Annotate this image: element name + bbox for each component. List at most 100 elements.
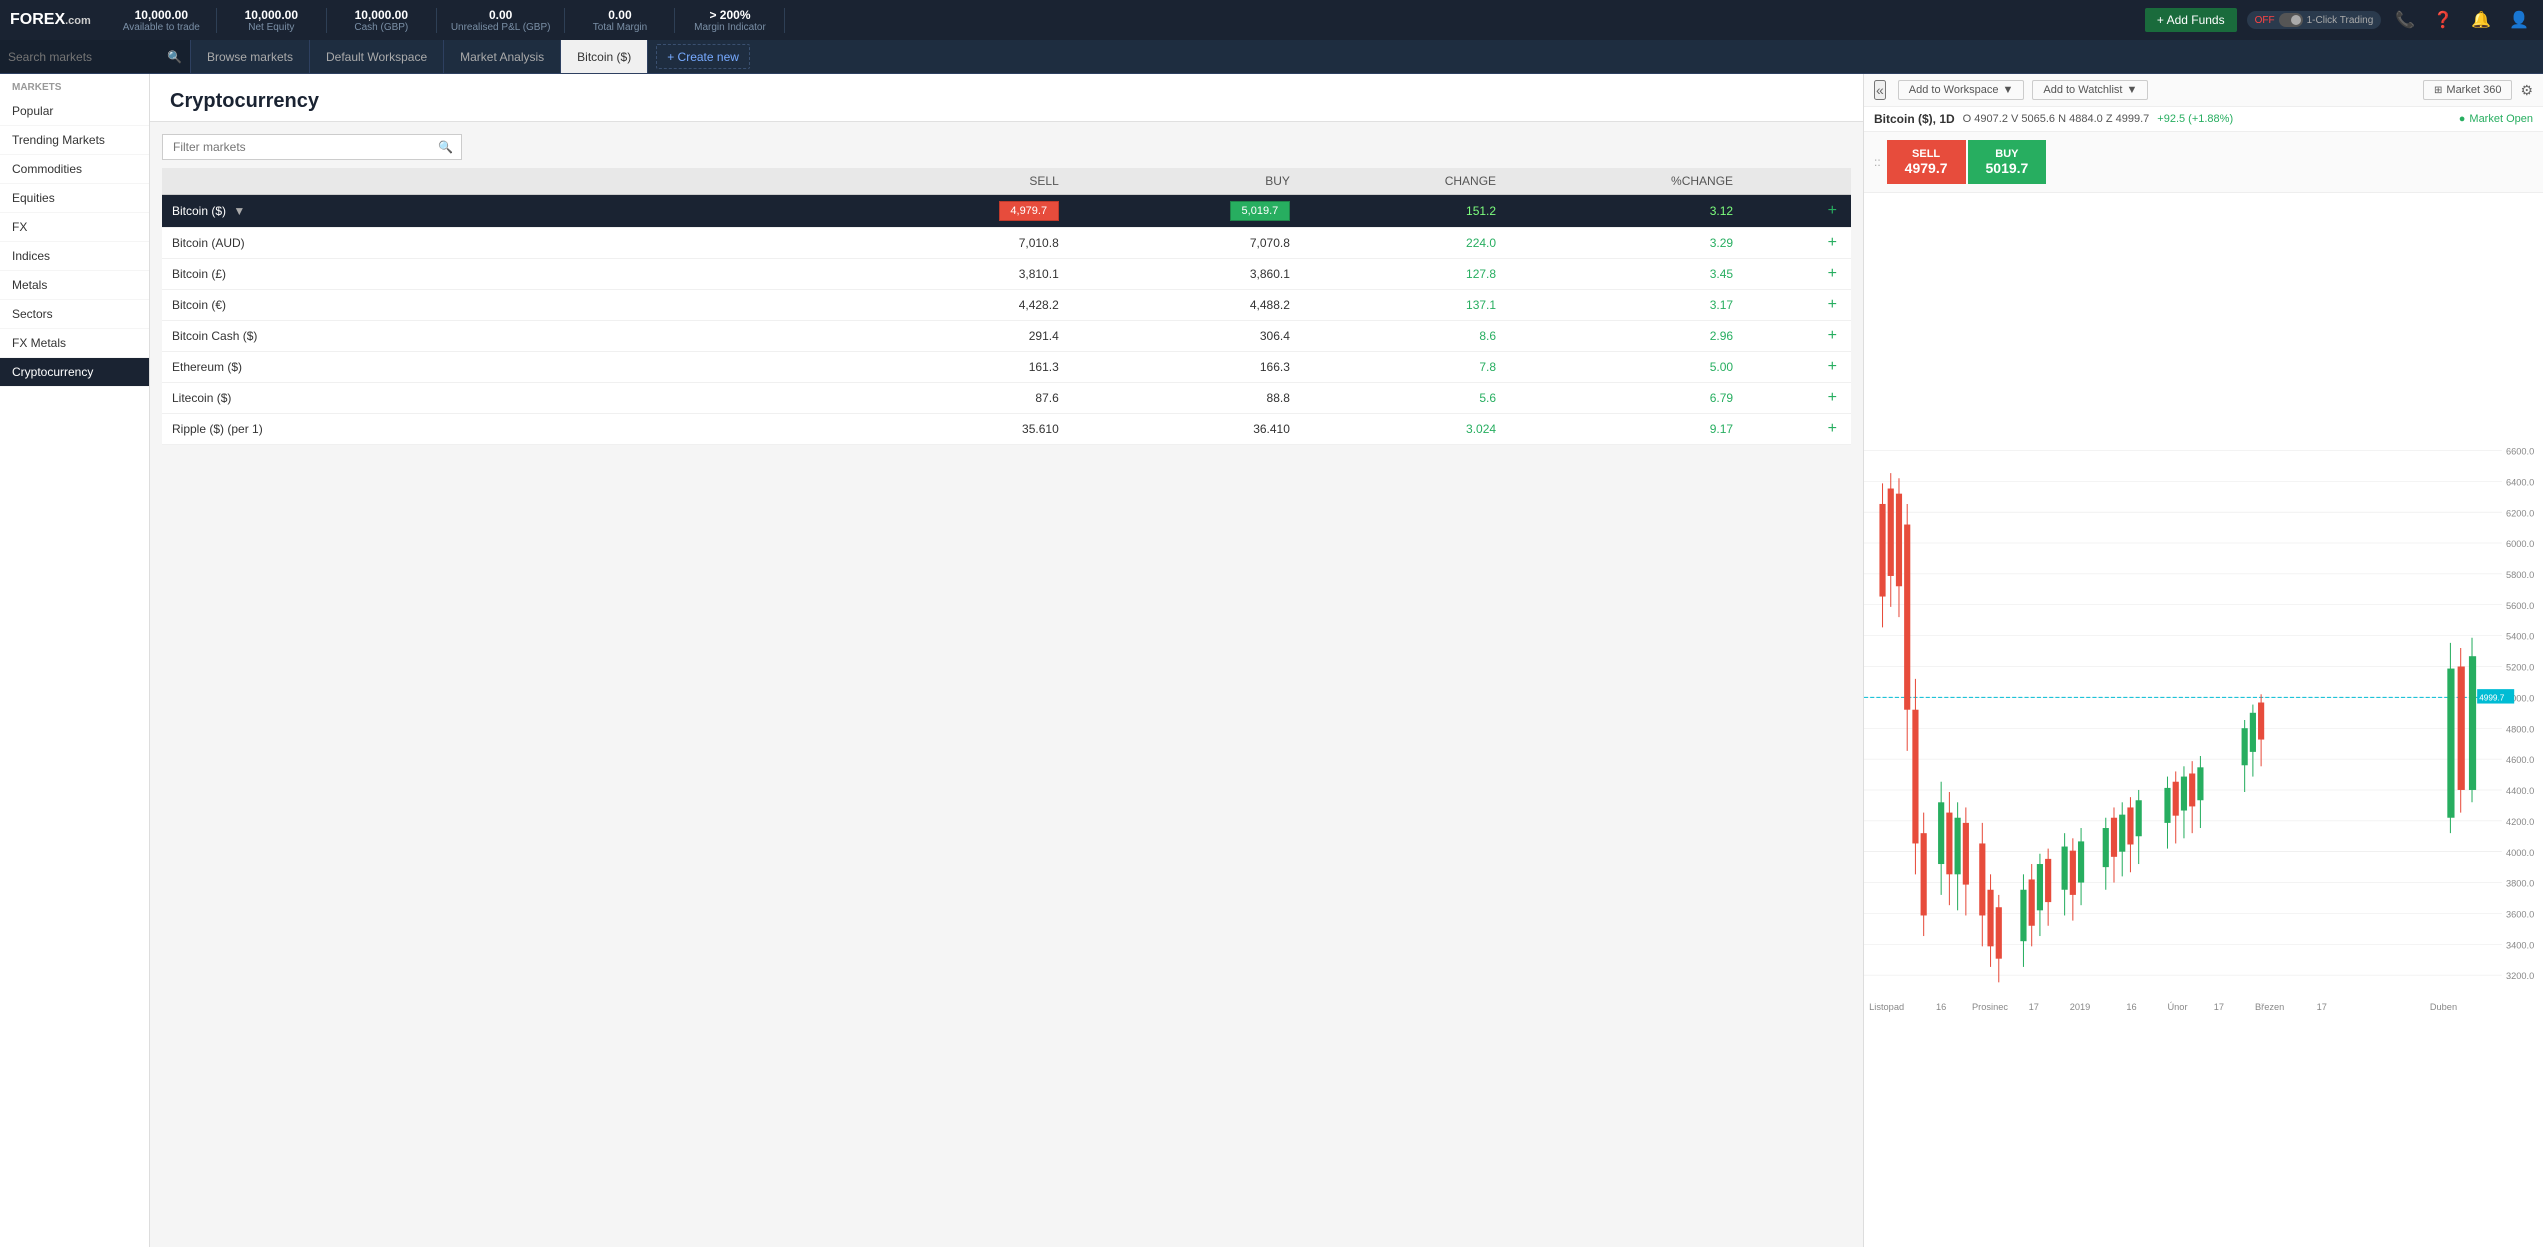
chart-sell-label: SELL (1905, 148, 1948, 160)
sidebar-item-popular[interactable]: Popular (0, 97, 149, 126)
add-market-button[interactable]: + (1824, 420, 1841, 438)
add-workspace-label: Add to Workspace (1909, 84, 1999, 96)
market360-button[interactable]: ⊞ Market 360 (2423, 80, 2512, 100)
add-to-workspace-button[interactable]: Add to Workspace ▼ (1898, 80, 2025, 100)
tab-market-analysis[interactable]: Market Analysis (444, 40, 561, 73)
add-cell: + (1743, 290, 1851, 321)
sidebar-item-fx-metals[interactable]: FX Metals (0, 329, 149, 358)
filter-input[interactable] (162, 134, 462, 160)
market-name-cell[interactable]: Bitcoin ($) ▼ (162, 195, 838, 228)
chart-collapse-button[interactable]: « (1874, 80, 1886, 100)
svg-text:17: 17 (2317, 1002, 2327, 1012)
notification-icon[interactable]: 🔔 (2467, 10, 2495, 30)
market-name-cell[interactable]: Ripple ($) (per 1) (162, 414, 838, 445)
table-row[interactable]: Bitcoin (AUD) 7,010.8 7,070.8 224.0 3.29… (162, 228, 1851, 259)
filter-row: 🔍 (162, 134, 1851, 160)
market-name-cell[interactable]: Bitcoin (€) (162, 290, 838, 321)
sidebar-item-commodities[interactable]: Commodities (0, 155, 149, 184)
sidebar-item-sectors[interactable]: Sectors (0, 300, 149, 329)
pchange-value: 2.96 (1506, 321, 1743, 352)
tab-default-workspace[interactable]: Default Workspace (310, 40, 444, 73)
sidebar: MARKETS Popular Trending Markets Commodi… (0, 74, 150, 1247)
sidebar-item-indices[interactable]: Indices (0, 242, 149, 271)
logo-text: FOREX (10, 11, 65, 28)
col-pchange: %CHANGE (1506, 168, 1743, 195)
buy-price: 36.410 (1069, 414, 1300, 445)
available-value: 10,000.00 (135, 8, 188, 22)
tab-browse-markets[interactable]: Browse markets (191, 40, 310, 73)
svg-text:16: 16 (1936, 1002, 1946, 1012)
table-row[interactable]: Bitcoin (£) 3,810.1 3,860.1 127.8 3.45 + (162, 259, 1851, 290)
pnl-label: Unrealised P&L (GBP) (451, 22, 551, 33)
market-name-cell[interactable]: Bitcoin (AUD) (162, 228, 838, 259)
market-name-cell[interactable]: Bitcoin Cash ($) (162, 321, 838, 352)
sidebar-item-fx[interactable]: FX (0, 213, 149, 242)
buy-button[interactable]: 5,019.7 (1230, 201, 1290, 221)
pchange-value: 3.45 (1506, 259, 1743, 290)
add-cell: + (1743, 195, 1851, 228)
phone-icon[interactable]: 📞 (2391, 10, 2419, 30)
add-cell: + (1743, 414, 1851, 445)
col-change: CHANGE (1300, 168, 1506, 195)
chart-sell-button[interactable]: SELL 4979.7 (1887, 140, 1966, 184)
change-value: 8.6 (1300, 321, 1506, 352)
buy-price: 306.4 (1069, 321, 1300, 352)
chart-header: « Add to Workspace ▼ Add to Watchlist ▼ … (1864, 74, 2543, 107)
table-row[interactable]: Ripple ($) (per 1) 35.610 36.410 3.024 9… (162, 414, 1851, 445)
tab-create-new[interactable]: + Create new (656, 44, 750, 69)
market-name-cell[interactable]: Bitcoin (£) (162, 259, 838, 290)
add-market-button[interactable]: + (1824, 234, 1841, 252)
tab-bitcoin[interactable]: Bitcoin ($) (561, 40, 648, 73)
add-market-button[interactable]: + (1824, 358, 1841, 376)
add-funds-button[interactable]: + Add Funds (2145, 8, 2237, 32)
sidebar-item-cryptocurrency[interactable]: Cryptocurrency (0, 358, 149, 387)
table-row[interactable]: Bitcoin ($) ▼ 4,979.7 5,019.7 151.2 3.12… (162, 195, 1851, 228)
market-name: Bitcoin (AUD) (172, 236, 245, 250)
add-market-button[interactable]: + (1824, 265, 1841, 283)
chart-info-bar: Bitcoin ($), 1D O 4907.2 V 5065.6 N 4884… (1864, 107, 2543, 132)
chart-high: 5065.6 (2021, 113, 2055, 125)
sidebar-item-equities[interactable]: Equities (0, 184, 149, 213)
add-watchlist-arrow: ▼ (2126, 84, 2137, 96)
buy-price: 166.3 (1069, 352, 1300, 383)
add-market-button[interactable]: + (1824, 389, 1841, 407)
user-icon[interactable]: 👤 (2505, 10, 2533, 30)
stat-total-margin: 0.00 Total Margin (565, 8, 675, 33)
add-market-button[interactable]: + (1824, 202, 1841, 220)
margin-indicator-label: Margin Indicator (694, 22, 766, 33)
sell-price: 4,428.2 (838, 290, 1069, 321)
search-input[interactable] (8, 50, 163, 64)
chart-settings-icon[interactable]: ⚙ (2520, 82, 2533, 99)
help-icon[interactable]: ❓ (2429, 10, 2457, 30)
add-cell: + (1743, 259, 1851, 290)
pchange-value: 3.17 (1506, 290, 1743, 321)
toggle-circle[interactable] (2279, 13, 2303, 27)
sidebar-item-metals[interactable]: Metals (0, 271, 149, 300)
chart-buy-button[interactable]: BUY 5019.7 (1968, 140, 2047, 184)
sell-price: 291.4 (838, 321, 1069, 352)
sell-price: 87.6 (838, 383, 1069, 414)
stat-pnl: 0.00 Unrealised P&L (GBP) (437, 8, 566, 33)
market-name-cell[interactable]: Ethereum ($) (162, 352, 838, 383)
add-to-watchlist-button[interactable]: Add to Watchlist ▼ (2032, 80, 2148, 100)
one-click-trading-toggle[interactable]: OFF 1-Click Trading (2247, 11, 2382, 29)
table-row[interactable]: Bitcoin Cash ($) 291.4 306.4 8.6 2.96 + (162, 321, 1851, 352)
chart-low: 4884.0 (2069, 113, 2103, 125)
table-row[interactable]: Bitcoin (€) 4,428.2 4,488.2 137.1 3.17 + (162, 290, 1851, 321)
sell-price: 35.610 (838, 414, 1069, 445)
svg-text:5400.0: 5400.0 (2506, 632, 2534, 642)
svg-text:4000.0: 4000.0 (2506, 848, 2534, 858)
sidebar-item-trending[interactable]: Trending Markets (0, 126, 149, 155)
change-value: 224.0 (1300, 228, 1506, 259)
sell-price: 3,810.1 (838, 259, 1069, 290)
chart-buy-label: BUY (1986, 148, 2029, 160)
change-value: 151.2 (1300, 195, 1506, 228)
stat-net-equity: 10,000.00 Net Equity (217, 8, 327, 33)
add-market-button[interactable]: + (1824, 296, 1841, 314)
add-market-button[interactable]: + (1824, 327, 1841, 345)
table-row[interactable]: Litecoin ($) 87.6 88.8 5.6 6.79 + (162, 383, 1851, 414)
market-name-cell[interactable]: Litecoin ($) (162, 383, 838, 414)
table-row[interactable]: Ethereum ($) 161.3 166.3 7.8 5.00 + (162, 352, 1851, 383)
dropdown-arrow[interactable]: ▼ (233, 204, 245, 218)
sell-button[interactable]: 4,979.7 (999, 201, 1059, 221)
